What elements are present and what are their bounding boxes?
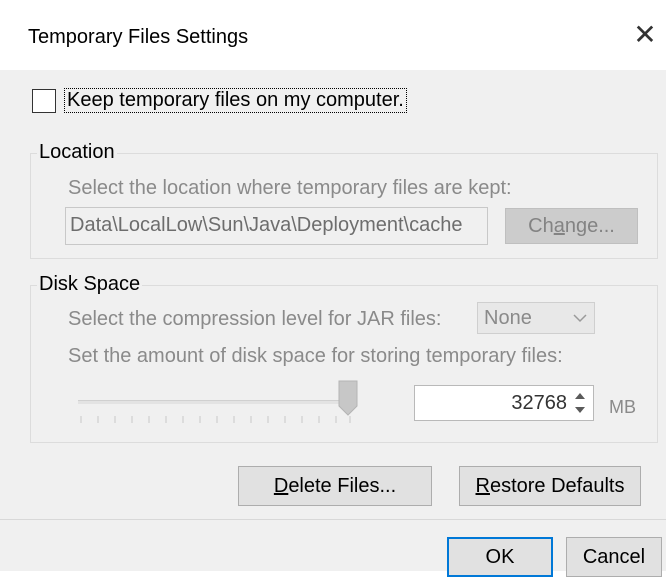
- change-button-post: nge...: [564, 215, 615, 237]
- delete-files-button[interactable]: Delete Files...: [238, 466, 432, 506]
- keep-files-label[interactable]: Keep temporary files on my computer.: [64, 88, 407, 113]
- close-icon[interactable]: ✕: [628, 18, 662, 52]
- change-button-pre: Ch: [528, 215, 554, 237]
- delete-button-accel: D: [273, 475, 289, 497]
- dialog-title: Temporary Files Settings: [28, 26, 249, 48]
- slider-track: [78, 400, 348, 404]
- footer-divider: [0, 519, 666, 520]
- spinner-up-icon[interactable]: [574, 391, 586, 400]
- keep-files-checkbox[interactable]: [32, 89, 56, 113]
- disk-space-spinner[interactable]: 32768: [414, 385, 594, 421]
- change-location-button[interactable]: Change...: [505, 208, 638, 244]
- delete-button-post: elete Files...: [288, 475, 397, 497]
- compression-value: None: [484, 307, 532, 329]
- spinner-value[interactable]: 32768: [511, 392, 567, 415]
- slider-thumb[interactable]: [338, 380, 358, 416]
- cancel-button[interactable]: Cancel: [566, 537, 662, 577]
- disk-space-legend: Disk Space: [37, 273, 143, 296]
- temporary-files-settings-dialog: Temporary Files Settings ✕ Keep temporar…: [0, 0, 666, 577]
- restore-defaults-button[interactable]: Restore Defaults: [459, 466, 641, 506]
- disk-amount-label: Set the amount of disk space for storing…: [68, 345, 563, 367]
- ok-button[interactable]: OK: [447, 537, 553, 577]
- disk-space-unit: MB: [609, 397, 636, 417]
- chevron-down-icon: [573, 314, 587, 323]
- compression-select[interactable]: None: [477, 302, 595, 334]
- compression-label: Select the compression level for JAR fil…: [68, 308, 442, 330]
- restore-button-post: estore Defaults: [489, 475, 625, 497]
- location-legend: Location: [37, 141, 117, 164]
- disk-space-slider[interactable]: [78, 380, 366, 428]
- location-path-field[interactable]: Data\LocalLow\Sun\Java\Deployment\cache: [65, 207, 488, 245]
- slider-ticks: [80, 416, 351, 423]
- change-button-accel: a: [553, 215, 565, 237]
- restore-button-accel: R: [475, 475, 490, 497]
- spinner-down-icon[interactable]: [574, 406, 586, 415]
- location-description: Select the location where temporary file…: [68, 177, 512, 199]
